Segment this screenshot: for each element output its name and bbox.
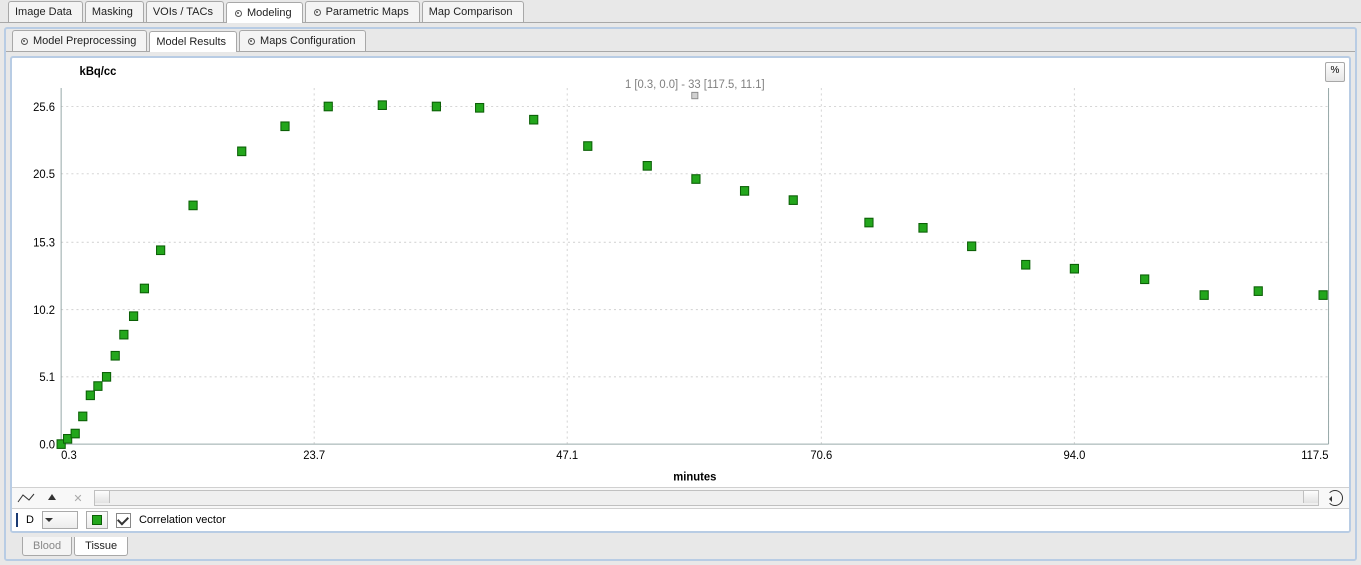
svg-text:0.0: 0.0 (39, 439, 55, 451)
svg-text:20.5: 20.5 (33, 169, 55, 181)
sub-tab-model-results[interactable]: Model Results (149, 31, 237, 52)
sub-tab-strip: Model Preprocessing Model Results Maps Con… (6, 29, 1355, 52)
svg-text:47.1: 47.1 (556, 450, 578, 462)
target-icon (246, 36, 256, 46)
legend-bar: D Correlation vector (12, 508, 1349, 531)
target-icon (19, 36, 29, 46)
arrow-up-icon[interactable] (42, 490, 62, 506)
chart-row: 0.0 5.1 10.2 15.3 20.5 25.6 0.3 23.7 47.1 70.6 94.… (12, 58, 1349, 487)
svg-text:5.1: 5.1 (39, 372, 55, 384)
target-icon (233, 8, 243, 18)
svg-text:25.6: 25.6 (33, 102, 55, 114)
tab-label: Masking (92, 6, 133, 18)
svg-text:94.0: 94.0 (1063, 450, 1085, 462)
top-tab-parametric-maps[interactable]: Parametric Maps (305, 1, 420, 22)
square-marker-icon (92, 515, 102, 525)
svg-text:kBq/cc: kBq/cc (80, 66, 117, 78)
percent-button[interactable]: % (1325, 62, 1345, 82)
top-tab-masking[interactable]: Masking (85, 1, 144, 22)
svg-text:23.7: 23.7 (303, 450, 325, 462)
chart-canvas: 0.0 5.1 10.2 15.3 20.5 25.6 0.3 23.7 47.1 70.6 94.… (12, 58, 1349, 487)
top-tab-strip: Image Data Masking VOIs / TACs Modeling Para… (0, 0, 1361, 23)
mini-toolbar: ✕ (12, 487, 1349, 508)
tab-label: Parametric Maps (326, 6, 409, 18)
tab-label: Model Results (156, 36, 226, 48)
svg-text:15.3: 15.3 (33, 237, 55, 249)
chart-panel: 0.0 5.1 10.2 15.3 20.5 25.6 0.3 23.7 47.1 70.6 94.… (10, 56, 1351, 533)
tab-label: Modeling (247, 7, 292, 19)
save-icon[interactable] (16, 514, 18, 526)
svg-text:117.5: 117.5 (1301, 450, 1328, 462)
correlation-label: Correlation vector (139, 514, 226, 526)
svg-text:1 [0.3, 0.0] - 33 [117.5, 11.1: 1 [0.3, 0.0] - 33 [117.5, 11.1] (625, 79, 765, 91)
loop-icon[interactable] (1325, 490, 1345, 506)
line-shape-icon[interactable] (16, 490, 36, 506)
svg-text:minutes: minutes (673, 471, 716, 483)
svg-text:70.6: 70.6 (810, 450, 832, 462)
bottom-tab-blood[interactable]: Blood (22, 537, 72, 556)
marker-style-button[interactable] (86, 511, 108, 529)
correlation-checkbox[interactable] (116, 513, 131, 528)
svg-text:0.3: 0.3 (61, 450, 77, 462)
series-letter: D (26, 514, 34, 526)
tab-label: Image Data (15, 6, 72, 18)
top-tab-map-comparison[interactable]: Map Comparison (422, 1, 524, 22)
content-wrap: Model Preprocessing Model Results Maps Con… (4, 27, 1357, 561)
top-tab-modeling[interactable]: Modeling (226, 2, 303, 23)
chart-scrollbar[interactable] (94, 490, 1319, 506)
tab-label: VOIs / TACs (153, 6, 213, 18)
tab-label: Map Comparison (429, 6, 513, 18)
tab-label: Model Preprocessing (33, 35, 136, 47)
top-tab-image-data[interactable]: Image Data (8, 1, 83, 22)
close-icon: ✕ (68, 490, 88, 506)
chevron-down-icon (45, 518, 53, 526)
svg-text:10.2: 10.2 (33, 305, 55, 317)
sub-tab-maps-configuration[interactable]: Maps Configuration (239, 30, 366, 51)
bottom-tab-strip: BloodTissue (6, 537, 1355, 559)
bottom-tab-tissue[interactable]: Tissue (74, 537, 128, 556)
sub-tab-model-preprocessing[interactable]: Model Preprocessing (12, 30, 147, 51)
tab-label: Maps Configuration (260, 35, 355, 47)
target-icon (312, 7, 322, 17)
series-dropdown[interactable] (42, 511, 78, 529)
top-tab-vois-tacs[interactable]: VOIs / TACs (146, 1, 224, 22)
